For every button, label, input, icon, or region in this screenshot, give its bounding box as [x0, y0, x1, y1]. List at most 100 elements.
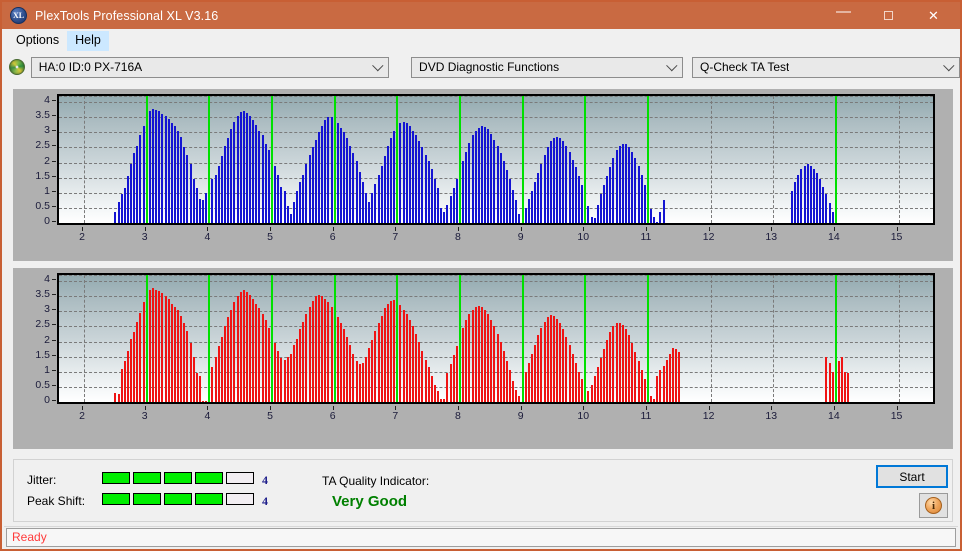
y-axis-tick	[52, 115, 56, 117]
chart-bar	[411, 130, 414, 223]
chart-bar	[371, 340, 374, 402]
chart-bar	[603, 349, 606, 402]
chart-bar	[471, 309, 474, 402]
menu-item-help[interactable]: Help	[67, 31, 109, 51]
chart-bar	[217, 165, 220, 223]
chart-bar	[671, 347, 674, 402]
chart-bar	[205, 192, 208, 223]
chart-bar	[245, 291, 248, 402]
chart-bar	[151, 108, 154, 223]
chart-bar	[308, 306, 311, 402]
y-axis-tick	[52, 309, 56, 311]
chart-bar	[133, 332, 136, 402]
chart-bar	[496, 145, 499, 223]
zone-marker-line	[458, 96, 461, 223]
chart-bar	[195, 188, 198, 223]
y-axis-tick	[52, 205, 56, 207]
chart-bar	[415, 135, 418, 223]
close-button[interactable]: ✕	[911, 2, 956, 29]
chart-bar	[631, 151, 634, 223]
peak-shift-chart-plot	[57, 273, 935, 404]
grid-line-horizontal	[59, 311, 933, 313]
chart-bar	[477, 127, 480, 223]
peak-shift-chart-panel: 0 0.5 1 1.5 2 2.5 3 3.5 4 2 3 4 5 6 7 8 9 10 11 12 13 14 15	[13, 268, 953, 449]
chart-bar	[242, 290, 245, 402]
grid-line-vertical	[710, 275, 712, 402]
grid-line-horizontal	[59, 275, 933, 276]
chart-bar	[283, 191, 286, 223]
chart-bar	[336, 123, 339, 223]
grid-line-vertical	[710, 96, 712, 223]
chart-bar	[430, 376, 433, 402]
chart-bar	[574, 362, 577, 402]
grid-line-horizontal	[59, 132, 933, 134]
chart-bar	[581, 185, 584, 223]
chart-bar	[314, 139, 317, 223]
chart-bar	[189, 164, 192, 223]
x-axis-tick-label: 9	[517, 231, 524, 243]
x-axis-tick-label: 6	[329, 410, 336, 422]
x-axis-tick-label: 2	[79, 410, 85, 422]
zone-marker-line	[834, 96, 837, 223]
chart-bar	[559, 323, 562, 402]
chart-bar	[198, 376, 201, 402]
chart-bar	[161, 293, 164, 402]
chart-bar	[318, 132, 320, 223]
chart-bar	[571, 159, 574, 223]
function-select[interactable]: DVD Diagnostic Functions	[411, 56, 683, 78]
minimize-button[interactable]: —	[821, 2, 866, 29]
chart-bar	[261, 314, 264, 402]
zone-marker-line	[396, 96, 399, 223]
y-axis-tick	[52, 279, 56, 281]
chart-bar	[327, 302, 330, 402]
chart-bar	[355, 161, 358, 223]
chart-bar	[609, 167, 612, 223]
chart-bar	[180, 136, 183, 223]
status-bar-field: Ready	[6, 527, 956, 547]
chart-bar	[177, 309, 180, 402]
chart-bar	[797, 174, 800, 223]
chart-bar	[465, 320, 468, 402]
chart-bar	[825, 194, 828, 223]
chart-bar	[274, 165, 277, 223]
y-axis-tick	[52, 294, 56, 296]
chart-bar	[596, 204, 599, 223]
chart-bar	[202, 200, 205, 223]
zone-marker-line	[271, 96, 274, 223]
chart-bar	[233, 121, 236, 223]
chart-bar	[114, 212, 117, 223]
chart-bar	[587, 206, 590, 223]
chart-bar	[358, 364, 361, 402]
results-panel: Jitter: 4 Peak Shift: 4 TA Quality Indic…	[13, 459, 953, 522]
chart-bar	[668, 353, 671, 402]
status-bar: Ready	[4, 526, 958, 547]
info-button[interactable]: i	[919, 493, 948, 518]
chart-bar	[662, 200, 665, 223]
grid-line-horizontal	[59, 102, 933, 104]
y-axis-tick-label: 0	[44, 394, 50, 406]
maximize-button[interactable]	[866, 2, 911, 29]
chart-bar	[258, 308, 261, 402]
chart-bar	[599, 194, 602, 223]
chart-bar	[505, 170, 508, 223]
jitter-label: Jitter:	[27, 473, 57, 487]
y-axis-tick-label: 2.5	[35, 318, 50, 331]
chart-bar	[252, 299, 255, 402]
chart-bar	[831, 371, 834, 402]
start-button[interactable]: Start	[876, 465, 948, 488]
drive-select[interactable]: HA:0 ID:0 PX-716A	[30, 56, 390, 78]
jitter-chart-panel: 0 0.5 1 1.5 2 2.5 3 3.5 4 2 3 4 5 6 7 8 9 10 11 12 13 14 15	[13, 89, 953, 261]
y-axis-tick-label: 2	[44, 154, 50, 167]
y-axis-tick	[52, 354, 56, 356]
menu-item-options[interactable]: Options	[8, 31, 67, 51]
chart-bar	[474, 306, 477, 402]
jitter-chart-plot	[57, 94, 935, 225]
meter-segment	[226, 493, 254, 505]
jitter-chart-y-axis: 0 0.5 1 1.5 2 2.5 3 3.5 4	[13, 94, 56, 227]
chart-bar	[656, 376, 659, 402]
test-select[interactable]: Q-Check TA Test	[691, 56, 960, 78]
chart-bar	[230, 129, 233, 223]
chart-bar	[377, 174, 380, 223]
chart-bar	[480, 306, 483, 402]
app-logo-icon: XL	[10, 7, 27, 24]
